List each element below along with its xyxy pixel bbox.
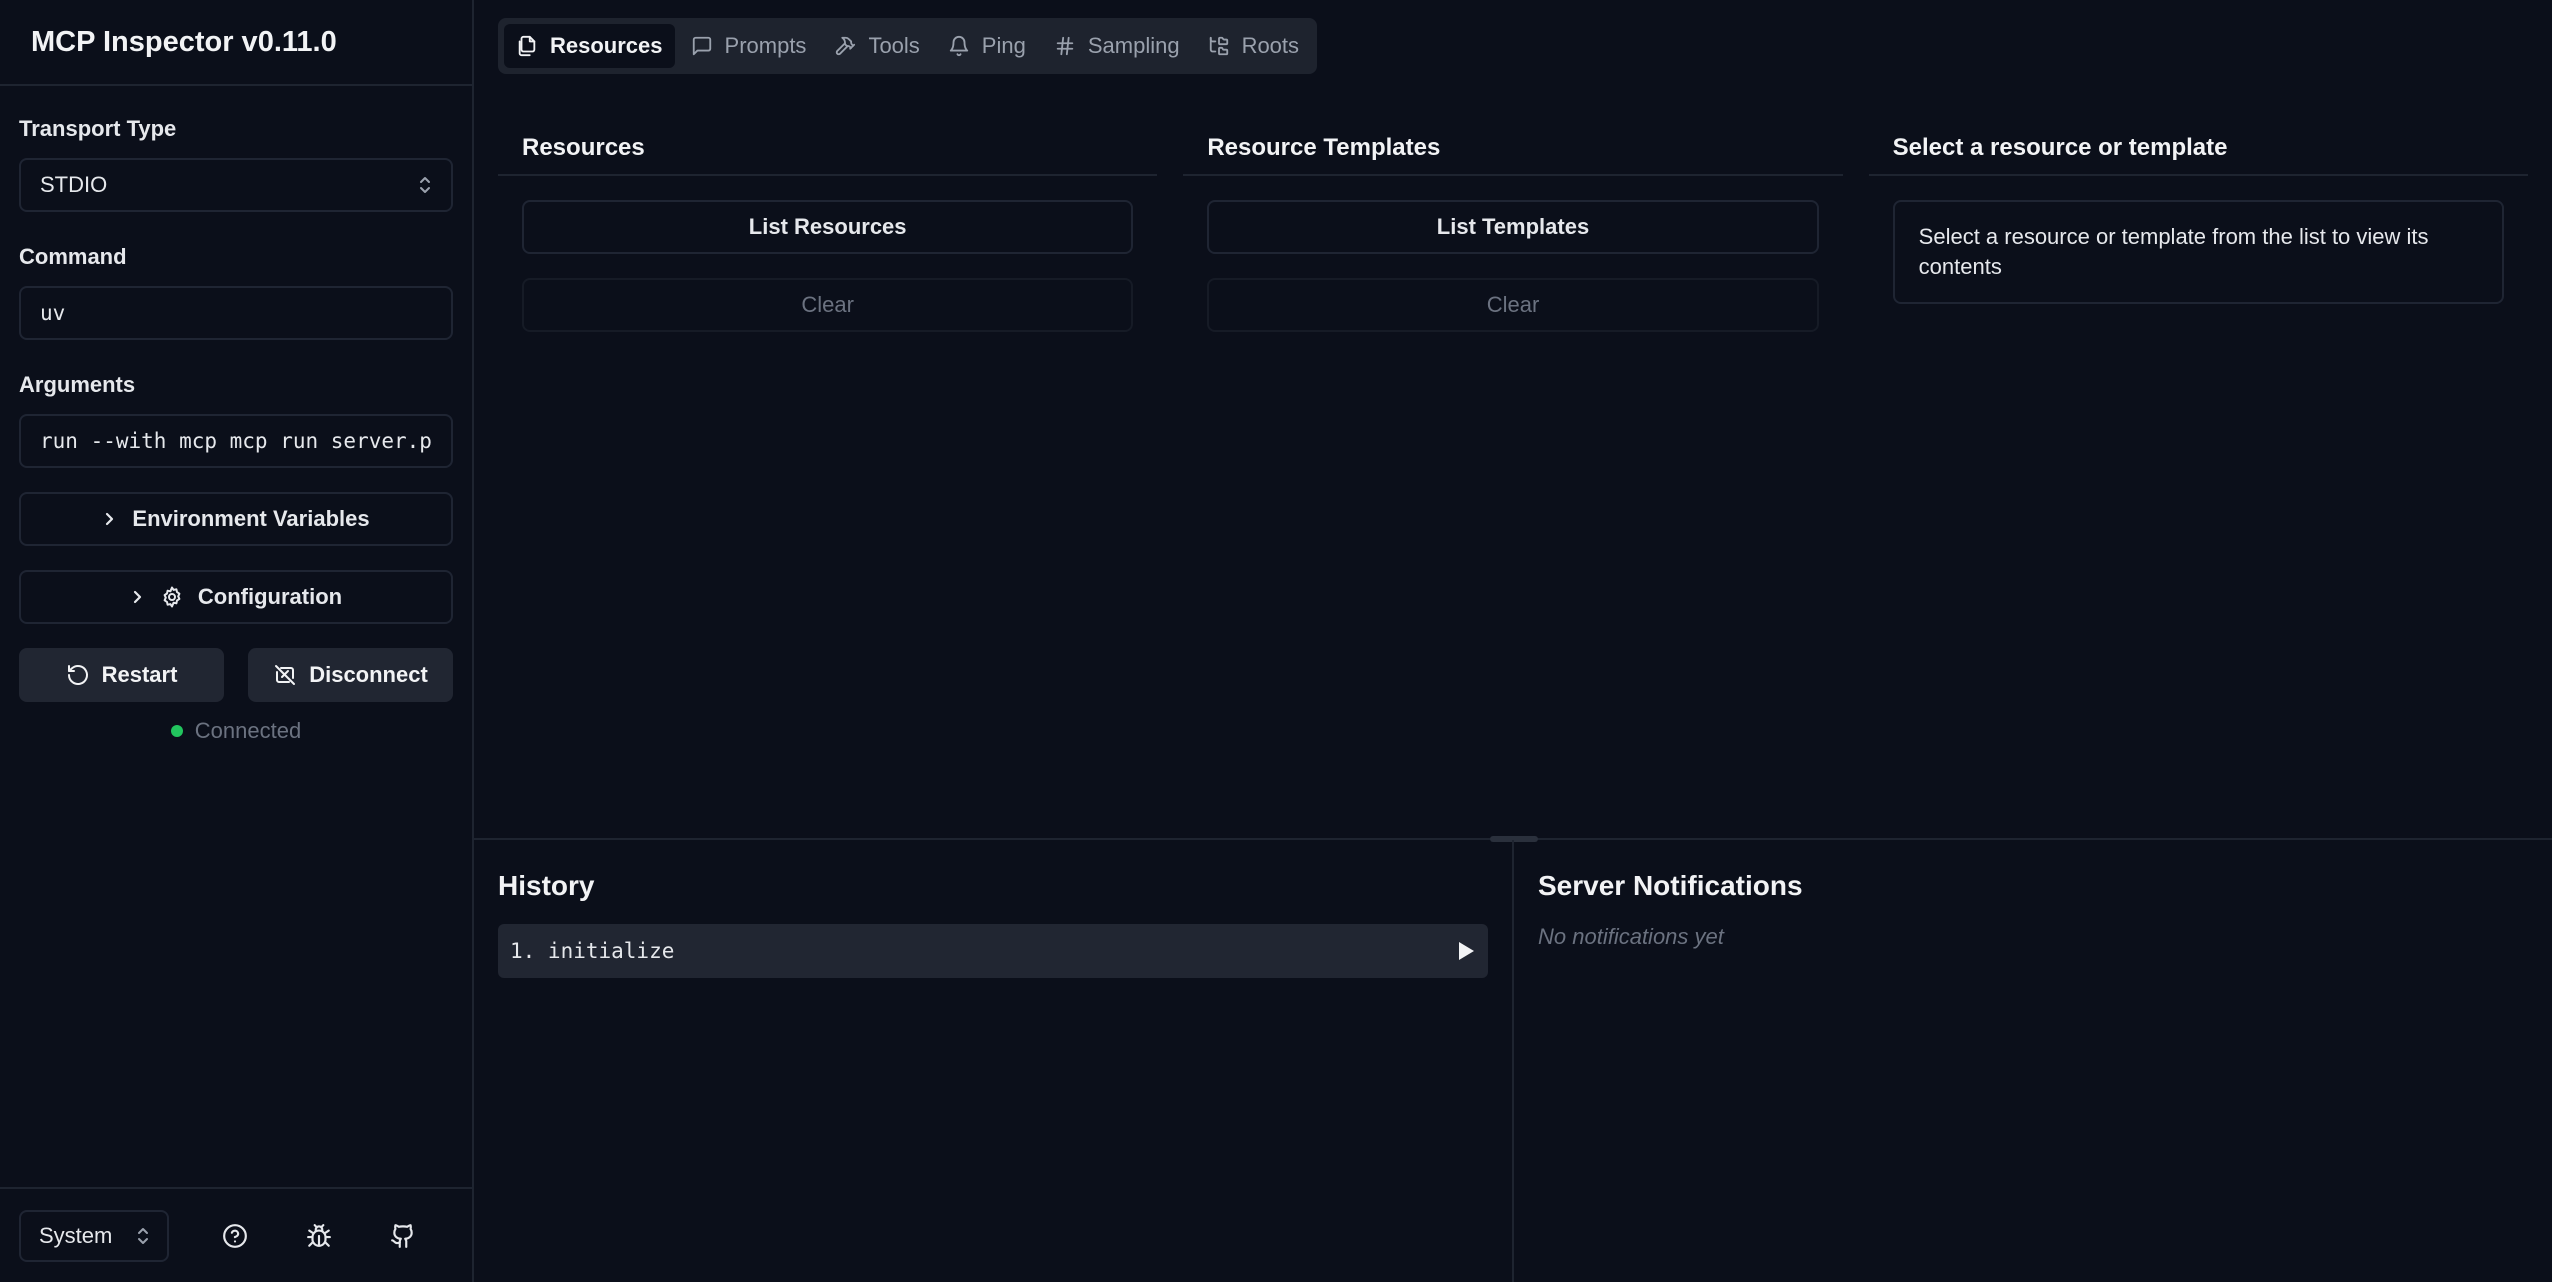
history-item-label: 1. initialize — [510, 939, 675, 963]
tab-label: Tools — [868, 33, 920, 58]
chevrons-up-down-icon — [418, 175, 432, 195]
restart-label: Restart — [101, 662, 178, 687]
templates-panel: Resource Templates List Templates Clear — [1183, 118, 1843, 838]
detail-panel: Select a resource or template Select a r… — [1868, 118, 2528, 838]
environment-variables-button[interactable]: Environment Variables — [19, 492, 453, 546]
configuration-label: Configuration — [197, 584, 343, 609]
command-value: uv — [40, 301, 66, 325]
theme-value: System — [39, 1222, 113, 1248]
tab-sampling[interactable]: Sampling — [1042, 24, 1192, 68]
tab-roots[interactable]: Roots — [1196, 24, 1311, 68]
unplug-icon — [273, 663, 297, 687]
hash-icon — [1054, 35, 1076, 57]
arguments-label: Arguments — [19, 372, 136, 397]
resources-panels: Resources List Resources Clear Resource … — [498, 118, 2528, 838]
tab-ping[interactable]: Ping — [936, 24, 1038, 68]
play-icon[interactable] — [1456, 940, 1476, 962]
tab-label: Resources — [550, 33, 663, 58]
folder-tree-icon — [1208, 35, 1230, 57]
resources-title: Resources — [498, 118, 1158, 176]
clear-templates-button[interactable]: Clear — [1207, 278, 1819, 332]
message-square-icon — [691, 35, 713, 57]
tab-label: Roots — [1241, 33, 1300, 58]
app-title: MCP Inspector v0.11.0 — [0, 0, 472, 86]
history-item[interactable]: 1. initialize — [498, 924, 1488, 978]
history-panel: History 1. initialize — [474, 840, 1514, 1282]
bottom-panels: History 1. initialize Server Notificatio… — [474, 840, 2552, 1282]
tab-bar: Resources Prompts Tools Ping Sampling Ro… — [498, 18, 1318, 74]
resources-panel: Resources List Resources Clear — [498, 118, 1158, 838]
tab-label: Prompts — [724, 33, 807, 58]
arguments-input[interactable]: run --with mcp mcp run server.p — [19, 414, 453, 468]
tab-prompts[interactable]: Prompts — [679, 24, 819, 68]
command-input[interactable]: uv — [19, 286, 453, 340]
list-resources-button[interactable]: List Resources — [522, 200, 1134, 254]
connection-status: Connected — [19, 718, 453, 744]
sidebar-footer: System — [0, 1187, 472, 1282]
arguments-value: run --with mcp mcp run server.p — [40, 429, 432, 453]
clear-resources-button[interactable]: Clear — [522, 278, 1134, 332]
notifications-empty: No notifications yet — [1538, 924, 1724, 949]
status-dot — [170, 725, 183, 737]
configuration-button[interactable]: Configuration — [19, 570, 453, 624]
environment-variables-label: Environment Variables — [132, 506, 370, 531]
tab-resources[interactable]: Resources — [504, 24, 675, 68]
hammer-icon — [834, 35, 856, 57]
detail-message: Select a resource or template from the l… — [1892, 200, 2504, 304]
files-icon — [516, 35, 538, 57]
main-area: Resources Prompts Tools Ping Sampling Ro… — [474, 0, 2552, 1282]
command-label: Command — [19, 244, 127, 269]
transport-type-value: STDIO — [40, 172, 108, 197]
notifications-panel: Server Notifications No notifications ye… — [1514, 840, 2552, 1282]
tab-tools[interactable]: Tools — [822, 24, 931, 68]
chevrons-up-down-icon — [137, 1227, 149, 1245]
transport-type-select[interactable]: STDIO — [19, 158, 453, 212]
tab-label: Sampling — [1087, 33, 1180, 58]
list-templates-button[interactable]: List Templates — [1207, 200, 1819, 254]
status-text: Connected — [194, 718, 302, 743]
tab-label: Ping — [981, 33, 1026, 58]
templates-title: Resource Templates — [1183, 118, 1843, 176]
bug-icon[interactable] — [299, 1216, 339, 1256]
gear-icon — [160, 585, 184, 609]
sidebar: MCP Inspector v0.11.0 Transport Type STD… — [0, 0, 474, 1282]
disconnect-label: Disconnect — [309, 662, 428, 687]
restart-button[interactable]: Restart — [19, 648, 224, 702]
chevron-right-icon — [130, 587, 146, 607]
notifications-title: Server Notifications — [1538, 870, 1803, 901]
theme-select[interactable]: System — [19, 1209, 169, 1262]
help-icon[interactable] — [215, 1216, 255, 1256]
rotate-ccw-icon — [66, 663, 90, 687]
disconnect-button[interactable]: Disconnect — [248, 648, 453, 702]
history-title: History — [498, 870, 595, 901]
detail-title: Select a resource or template — [1868, 118, 2528, 176]
github-icon[interactable] — [383, 1216, 423, 1256]
transport-type-label: Transport Type — [19, 116, 177, 141]
chevron-right-icon — [102, 509, 118, 529]
bell-icon — [948, 35, 970, 57]
